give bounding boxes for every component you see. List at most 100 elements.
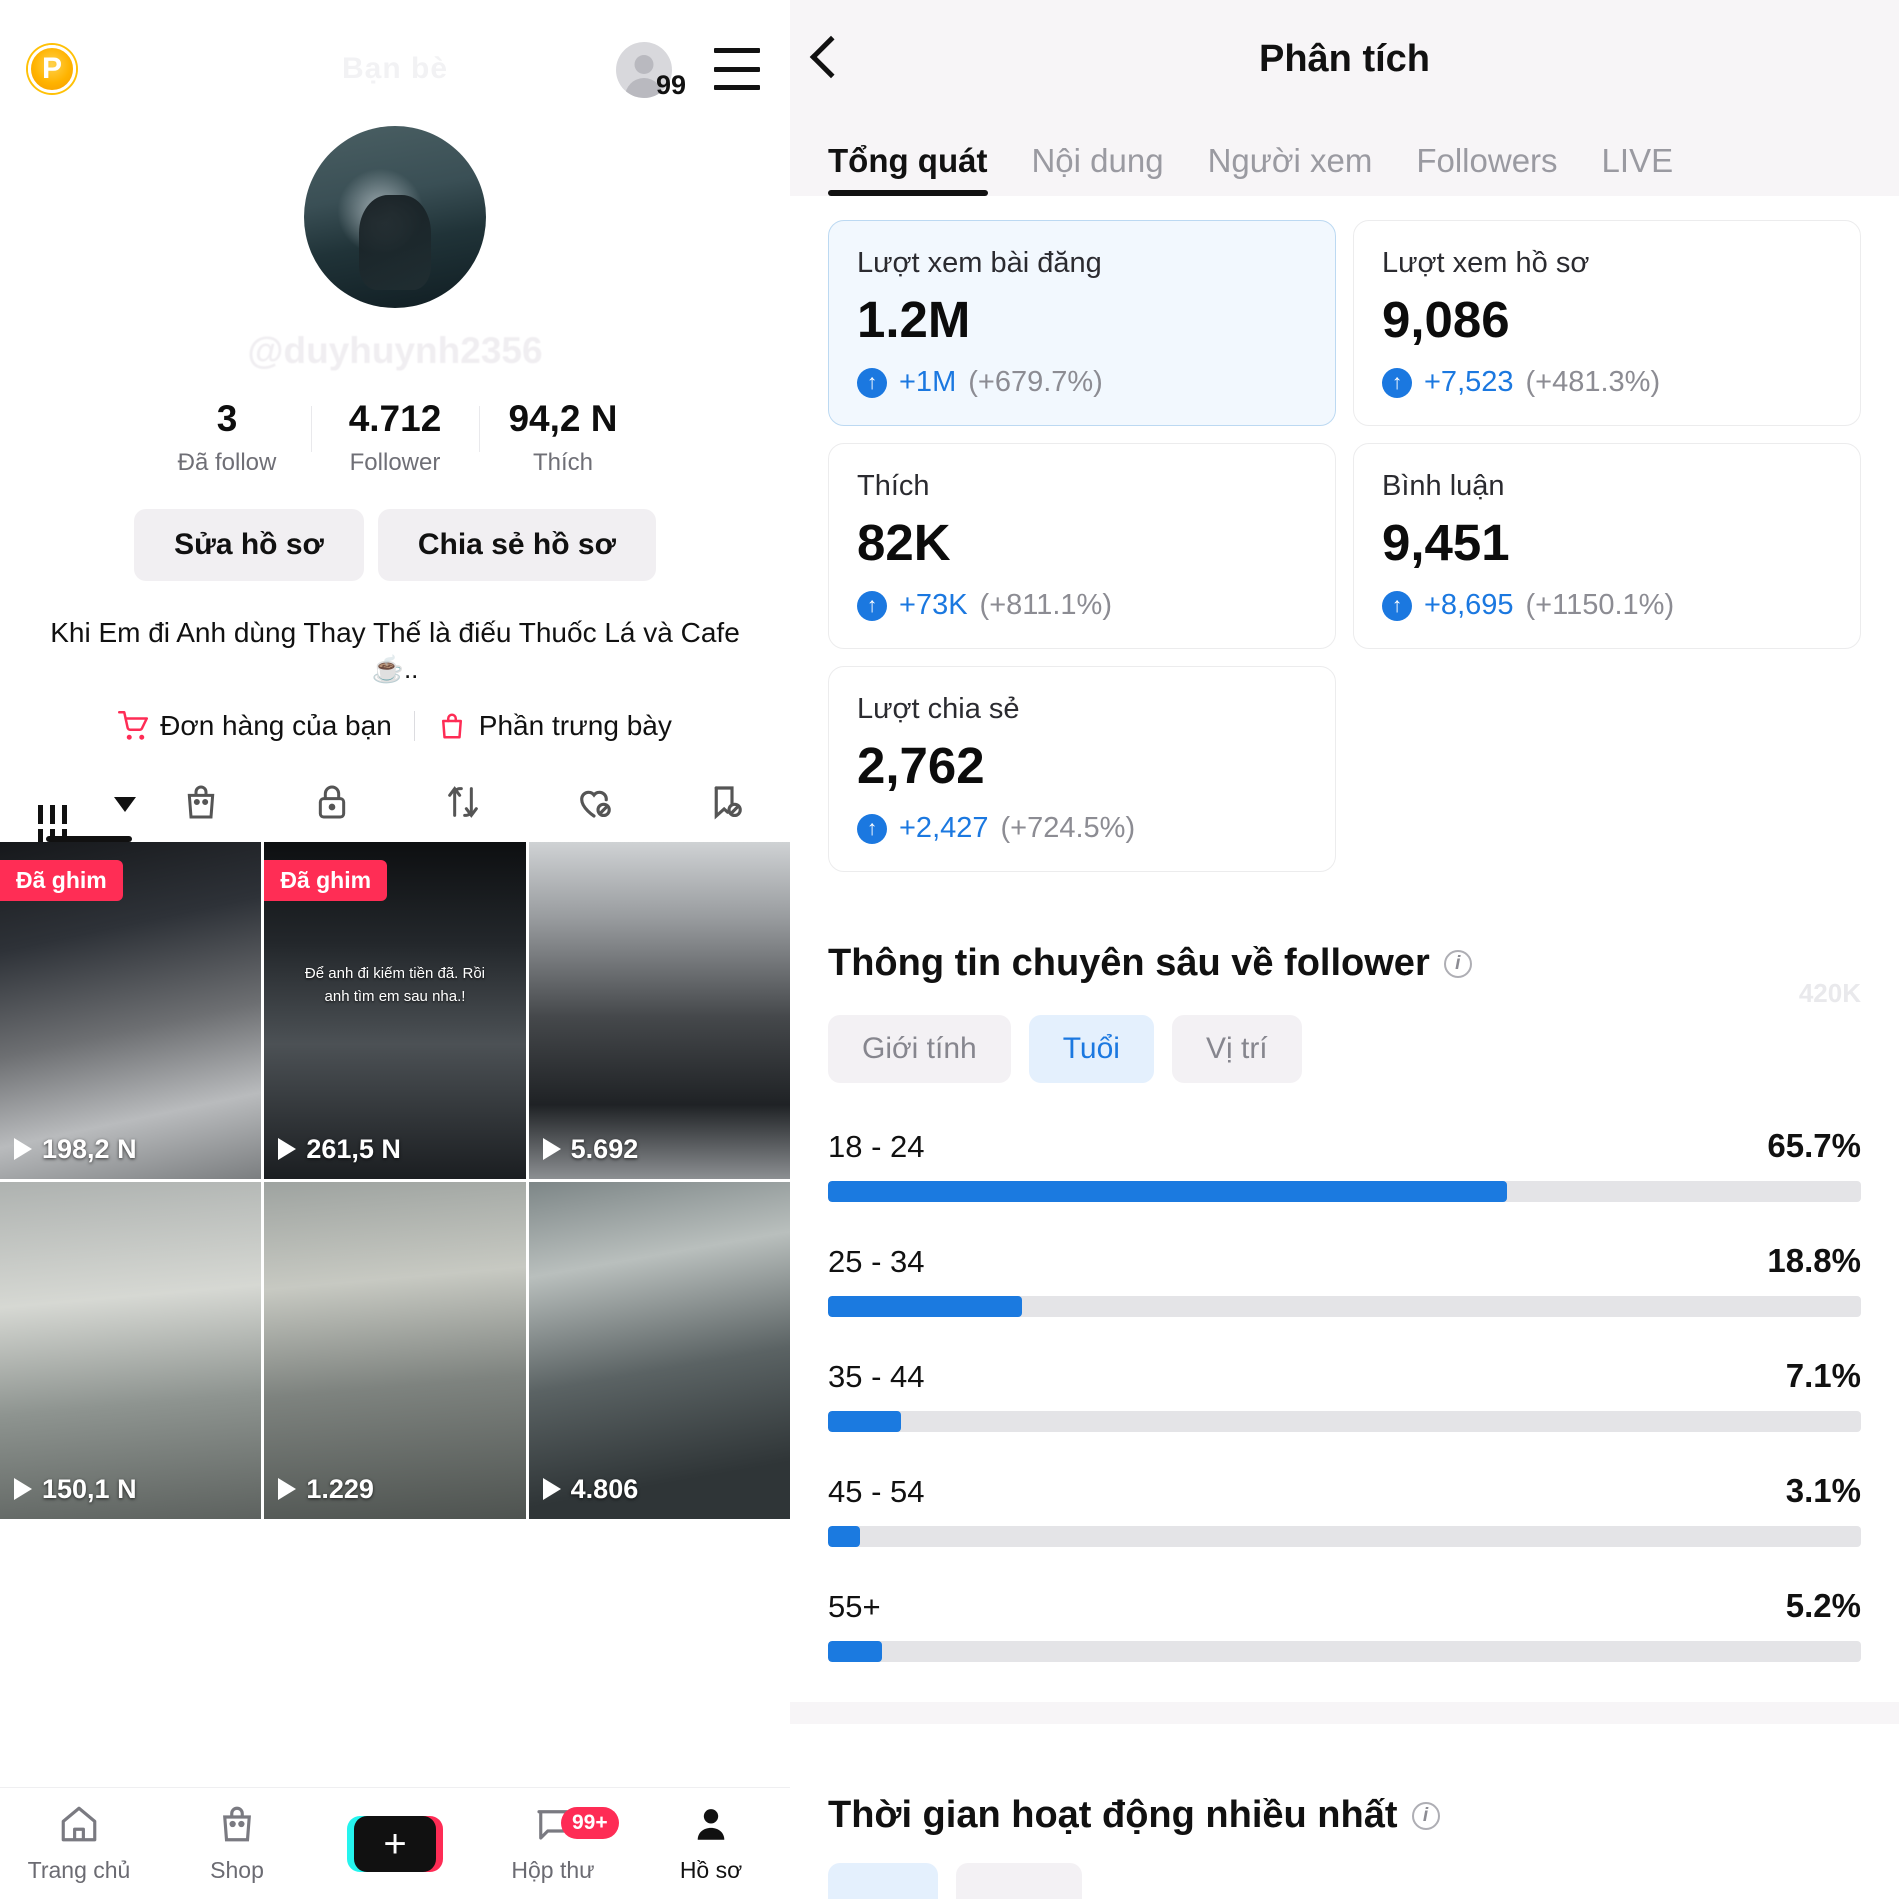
plus-glyph: + bbox=[383, 1821, 407, 1866]
nav-label: Shop bbox=[210, 1857, 264, 1883]
stat-label: Đã follow bbox=[177, 448, 277, 476]
tab-nguoi-xem[interactable]: Người xem bbox=[1208, 142, 1373, 196]
stat-followers[interactable]: 4.712 Follower bbox=[311, 398, 479, 477]
nav-item-create[interactable]: + bbox=[316, 1815, 474, 1872]
info-icon[interactable]: i bbox=[1411, 1801, 1440, 1830]
age-bucket-value: 18.8% bbox=[1767, 1242, 1861, 1280]
pill-gender[interactable]: Giới tính bbox=[828, 1015, 1011, 1084]
tab-followers[interactable]: Followers bbox=[1416, 142, 1557, 196]
video-grid: Đã ghim 198,2 N Đã ghim Để anh đi kiếm t… bbox=[0, 841, 790, 1519]
bar-fill bbox=[828, 1411, 902, 1433]
metric-delta: ↑ +73K (+811.1%) bbox=[857, 589, 1307, 622]
metric-value: 82K bbox=[857, 514, 951, 572]
shopping-bag-icon bbox=[437, 711, 467, 741]
age-bucket-label: 35 - 44 bbox=[828, 1359, 925, 1395]
hamburger-icon[interactable] bbox=[714, 48, 760, 90]
your-orders-link[interactable]: Đơn hàng của bạn bbox=[118, 710, 392, 742]
showcase-link[interactable]: Phần trưng bày bbox=[437, 710, 672, 742]
app-screen: P Bạn bè 99 @duyhuynh2356 3 Đã follow 4.… bbox=[0, 0, 1899, 1899]
view-count-label: 1.229 bbox=[306, 1473, 374, 1504]
stat-likes[interactable]: 94,2 N Thích bbox=[479, 398, 647, 477]
pill-placeholder-1[interactable] bbox=[828, 1863, 938, 1899]
stat-value: 3 bbox=[216, 398, 238, 439]
chevron-left-icon[interactable] bbox=[809, 35, 853, 79]
info-icon[interactable]: i bbox=[1443, 949, 1472, 978]
video-thumbnail[interactable]: 4.806 bbox=[528, 1181, 790, 1519]
metric-card-shares[interactable]: Lượt chia sẻ 2,762 ↑ +2,427 (+724.5%) bbox=[828, 666, 1336, 873]
pill-age[interactable]: Tuổi bbox=[1028, 1015, 1154, 1084]
sidebar-item-liked[interactable] bbox=[528, 781, 659, 828]
metric-cards: Lượt xem bài đăng 1.2M ↑ +1M (+679.7%) L… bbox=[790, 196, 1899, 873]
play-icon bbox=[542, 1138, 561, 1161]
plus-icon[interactable]: + bbox=[347, 1815, 443, 1872]
share-profile-button[interactable]: Chia sẻ hồ sơ bbox=[377, 508, 656, 581]
metric-card-profile-views[interactable]: Lượt xem hồ sơ 9,086 ↑ +7,523 (+481.3%) bbox=[1353, 220, 1861, 427]
chart-row: 45 - 54 3.1% bbox=[828, 1472, 1861, 1548]
view-count: 4.806 bbox=[542, 1473, 639, 1505]
view-count-label: 261,5 N bbox=[306, 1133, 401, 1164]
stat-value: 94,2 N bbox=[508, 398, 618, 439]
bio-line-1: Khi Em đi Anh dùng Thay Thế là điếu Thuố… bbox=[50, 616, 740, 648]
bar-fill bbox=[828, 1641, 882, 1663]
profile-bio[interactable]: Khi Em đi Anh dùng Thay Thế là điếu Thuố… bbox=[36, 615, 754, 686]
video-thumbnail[interactable]: 1.229 bbox=[264, 1181, 526, 1519]
nav-item-inbox[interactable]: Hộp thư 99+ bbox=[474, 1803, 632, 1884]
nav-item-home[interactable]: Trang chủ bbox=[0, 1803, 158, 1884]
play-icon bbox=[542, 1478, 561, 1501]
sidebar-item-saved[interactable] bbox=[659, 781, 790, 828]
age-bucket-value: 5.2% bbox=[1785, 1587, 1861, 1625]
video-thumbnail[interactable]: Đã ghim Để anh đi kiếm tiền đã. Rồi anh … bbox=[264, 841, 526, 1179]
video-thumbnail[interactable]: 150,1 N bbox=[0, 1181, 262, 1519]
tab-tong-quat[interactable]: Tổng quát bbox=[828, 142, 987, 196]
bar-track bbox=[828, 1641, 1861, 1663]
pill-location[interactable]: Vị trí bbox=[1171, 1015, 1302, 1084]
play-icon bbox=[278, 1478, 297, 1501]
tiktok-profile-pane: P Bạn bè 99 @duyhuynh2356 3 Đã follow 4.… bbox=[0, 0, 790, 1899]
arrow-up-icon: ↑ bbox=[1382, 590, 1412, 621]
pill-placeholder-2[interactable] bbox=[955, 1863, 1083, 1899]
view-count: 198,2 N bbox=[14, 1134, 137, 1165]
sidebar-item-repost[interactable] bbox=[398, 782, 529, 827]
your-orders-label: Đơn hàng của bạn bbox=[160, 709, 392, 741]
metric-card-likes[interactable]: Thích 82K ↑ +73K (+811.1%) bbox=[828, 443, 1336, 650]
sidebar-item-shop[interactable] bbox=[136, 782, 267, 827]
age-bucket-value: 3.1% bbox=[1785, 1472, 1861, 1510]
video-thumbnail[interactable]: Đã ghim 198,2 N bbox=[0, 841, 262, 1179]
video-thumbnail[interactable]: 5.692 bbox=[528, 841, 790, 1179]
analytics-body: Lượt xem bài đăng 1.2M ↑ +1M (+679.7%) L… bbox=[790, 196, 1899, 1899]
profile-tabs bbox=[0, 768, 790, 849]
bar-track bbox=[828, 1526, 1861, 1548]
nav-item-shop[interactable]: Shop bbox=[158, 1803, 316, 1884]
metric-delta: ↑ +1M (+679.7%) bbox=[857, 366, 1307, 399]
chart-row: 55+ 5.2% bbox=[828, 1587, 1861, 1663]
tab-live[interactable]: LIVE bbox=[1602, 142, 1674, 196]
chart-row: 25 - 34 18.8% bbox=[828, 1242, 1861, 1318]
sidebar-item-private[interactable] bbox=[267, 782, 398, 827]
tab-noi-dung[interactable]: Nội dung bbox=[1031, 142, 1163, 196]
pinned-badge: Đã ghim bbox=[0, 859, 123, 901]
stat-following[interactable]: 3 Đã follow bbox=[143, 398, 311, 477]
active-time-pills bbox=[790, 1837, 1899, 1899]
repost-icon bbox=[443, 782, 483, 827]
nav-item-profile[interactable]: Hồ sơ bbox=[632, 1803, 790, 1884]
profile-avatar[interactable] bbox=[304, 126, 486, 308]
metric-value: 2,762 bbox=[857, 737, 985, 795]
active-time-section: Thời gian hoạt động nhiều nhất i bbox=[790, 1724, 1899, 1899]
metric-card-post-views[interactable]: Lượt xem bài đăng 1.2M ↑ +1M (+679.7%) bbox=[828, 220, 1336, 427]
profile-shop-links: Đơn hàng của bạn Phần trưng bày bbox=[0, 710, 790, 742]
delta-percent: (+481.3%) bbox=[1525, 366, 1661, 399]
metric-card-comments[interactable]: Bình luận 9,451 ↑ +8,695 (+1150.1%) bbox=[1353, 443, 1861, 650]
bar-fill bbox=[828, 1181, 1507, 1203]
age-bucket-label: 18 - 24 bbox=[828, 1129, 925, 1165]
delta-percent: (+679.7%) bbox=[968, 366, 1103, 399]
profile-stats: 3 Đã follow 4.712 Follower 94,2 N Thích bbox=[0, 398, 790, 477]
heart-hidden-icon bbox=[573, 781, 615, 828]
metric-label: Thích bbox=[857, 470, 930, 503]
view-count-label: 4.806 bbox=[570, 1473, 639, 1504]
edit-profile-button[interactable]: Sửa hồ sơ bbox=[134, 508, 364, 581]
nav-label: Hồ sơ bbox=[679, 1857, 743, 1883]
metric-label: Lượt xem bài đăng bbox=[857, 247, 1102, 279]
play-icon bbox=[14, 1478, 32, 1501]
bar-track bbox=[828, 1411, 1861, 1433]
analytics-header: Phân tích bbox=[790, 0, 1899, 118]
